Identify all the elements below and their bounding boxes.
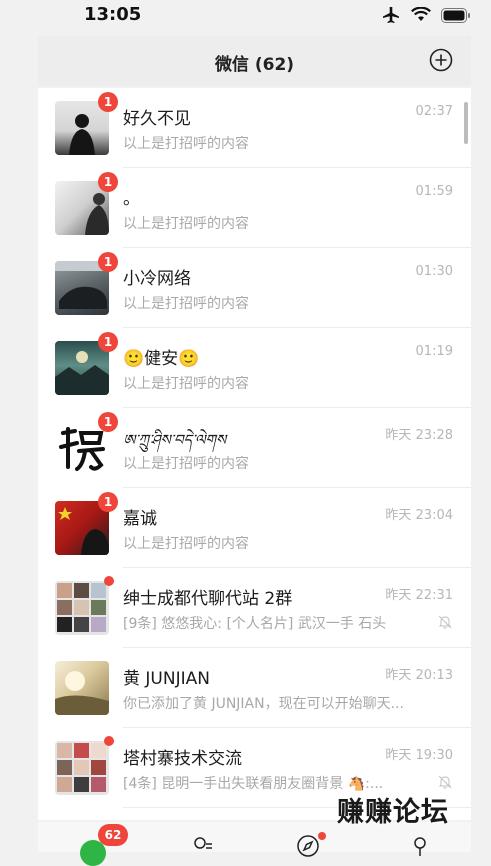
group-grid-image [57,583,106,632]
chat-preview: 以上是打招呼的内容 [123,296,249,312]
group-avatar [55,736,114,795]
chat-time: 昨天 20:13 [385,668,453,683]
chat-row-haojiu[interactable]: 1 好久不见 02:37 以上是打招呼的内容 [38,88,471,168]
navigation-bar: 微信 (62) [38,36,471,86]
chat-time: 昨天 23:04 [385,508,453,523]
chat-name: 嘉诚 [123,509,157,529]
status-bar: 13:05 [38,0,471,32]
wifi-icon [411,7,431,21]
group-grid-image [57,743,106,792]
page-title: 微信 (62) [214,55,295,75]
tab-chats-badge: 62 [98,824,128,846]
unread-badge: 1 [98,92,118,112]
chat-preview: [9条] 悠悠我心: [个人名片] 武汉一手 石头 [123,616,387,632]
unread-dot [104,736,114,746]
chat-list[interactable]: 1 好久不见 02:37 以上是打招呼的内容 1 。 01:59 以上是打招呼的… [38,88,471,820]
mute-bell-icon [438,615,452,629]
status-icons [381,6,471,24]
chat-preview: 以上是打招呼的内容 [123,376,249,392]
tab-discover-dot [318,832,326,840]
group-avatar [55,576,114,635]
avatar: 1 [55,492,118,555]
status-time: 13:05 [84,4,142,25]
chat-name: 塔村寨技术交流 [123,749,242,769]
scrollbar[interactable] [464,102,468,144]
chat-row-jiacheng[interactable]: 1 嘉诚 昨天 23:04 以上是打招呼的内容 [38,488,471,568]
chat-time: 01:59 [415,184,453,199]
chat-name: 黄 JUNJIAN [123,669,210,689]
chat-row-yang[interactable]: 1 ཨ་ཀྲུ་ཤིས་བདེ་ལེགས 昨天 23:28 以上是打招呼的内容 [38,408,471,488]
unread-badge: 1 [98,172,118,192]
avatar: 1 [55,252,118,315]
avatar: 1 [55,92,118,155]
mute-bell-icon [438,775,452,789]
unread-badge: 1 [98,252,118,272]
avatar: 1 [55,172,118,235]
chat-time: 01:19 [415,344,453,359]
chat-preview: 以上是打招呼的内容 [123,136,249,152]
chat-preview: 你已添加了黄 JUNJIAN，现在可以开始聊天... [123,696,404,712]
chat-name: 好久不见 [123,109,191,129]
avatar [55,661,109,715]
sunlight-image [55,671,109,715]
chat-name: 🙂健安🙂 [123,349,200,369]
tab-discover-compass-icon[interactable] [296,834,320,858]
chat-time: 昨天 19:30 [385,748,453,763]
chat-time: 02:37 [415,104,453,119]
chat-preview: 以上是打招呼的内容 [123,536,249,552]
battery-icon [441,7,470,23]
avatar: 1 [55,412,118,475]
tab-me-icon[interactable] [408,834,432,858]
chat-time: 昨天 22:31 [385,588,453,603]
chat-name: 。 [123,189,140,209]
unread-badge: 1 [98,332,118,352]
airplane-icon [383,7,399,23]
chat-name: 绅士成都代聊代站 2群 [123,589,293,609]
tab-contacts-icon[interactable] [190,834,214,858]
avatar: 1 [55,332,118,395]
chat-preview: 以上是打招呼的内容 [123,216,249,232]
chat-row-group-shenshi[interactable]: 绅士成都代聊代站 2群 昨天 22:31 [9条] 悠悠我心: [个人名片] 武… [38,568,471,648]
chat-row-xiaoleng[interactable]: 1 小冷网络 01:30 以上是打招呼的内容 [38,248,471,328]
chat-time: 01:30 [415,264,453,279]
unread-badge: 1 [98,492,118,512]
unread-badge: 1 [98,412,118,432]
chat-preview: 以上是打招呼的内容 [123,456,249,472]
chat-row-dot[interactable]: 1 。 01:59 以上是打招呼的内容 [38,168,471,248]
watermark: 赚赚论坛 [337,797,449,828]
unread-dot [104,576,114,586]
chat-row-huang[interactable]: 黄 JUNJIAN 昨天 20:13 你已添加了黄 JUNJIAN，现在可以开始… [38,648,471,728]
add-plus-icon[interactable] [429,48,453,72]
chat-time: 昨天 23:28 [385,428,453,443]
chat-name: 小冷网络 [123,269,191,289]
chat-row-jianan[interactable]: 1 🙂健安🙂 01:19 以上是打招呼的内容 [38,328,471,408]
